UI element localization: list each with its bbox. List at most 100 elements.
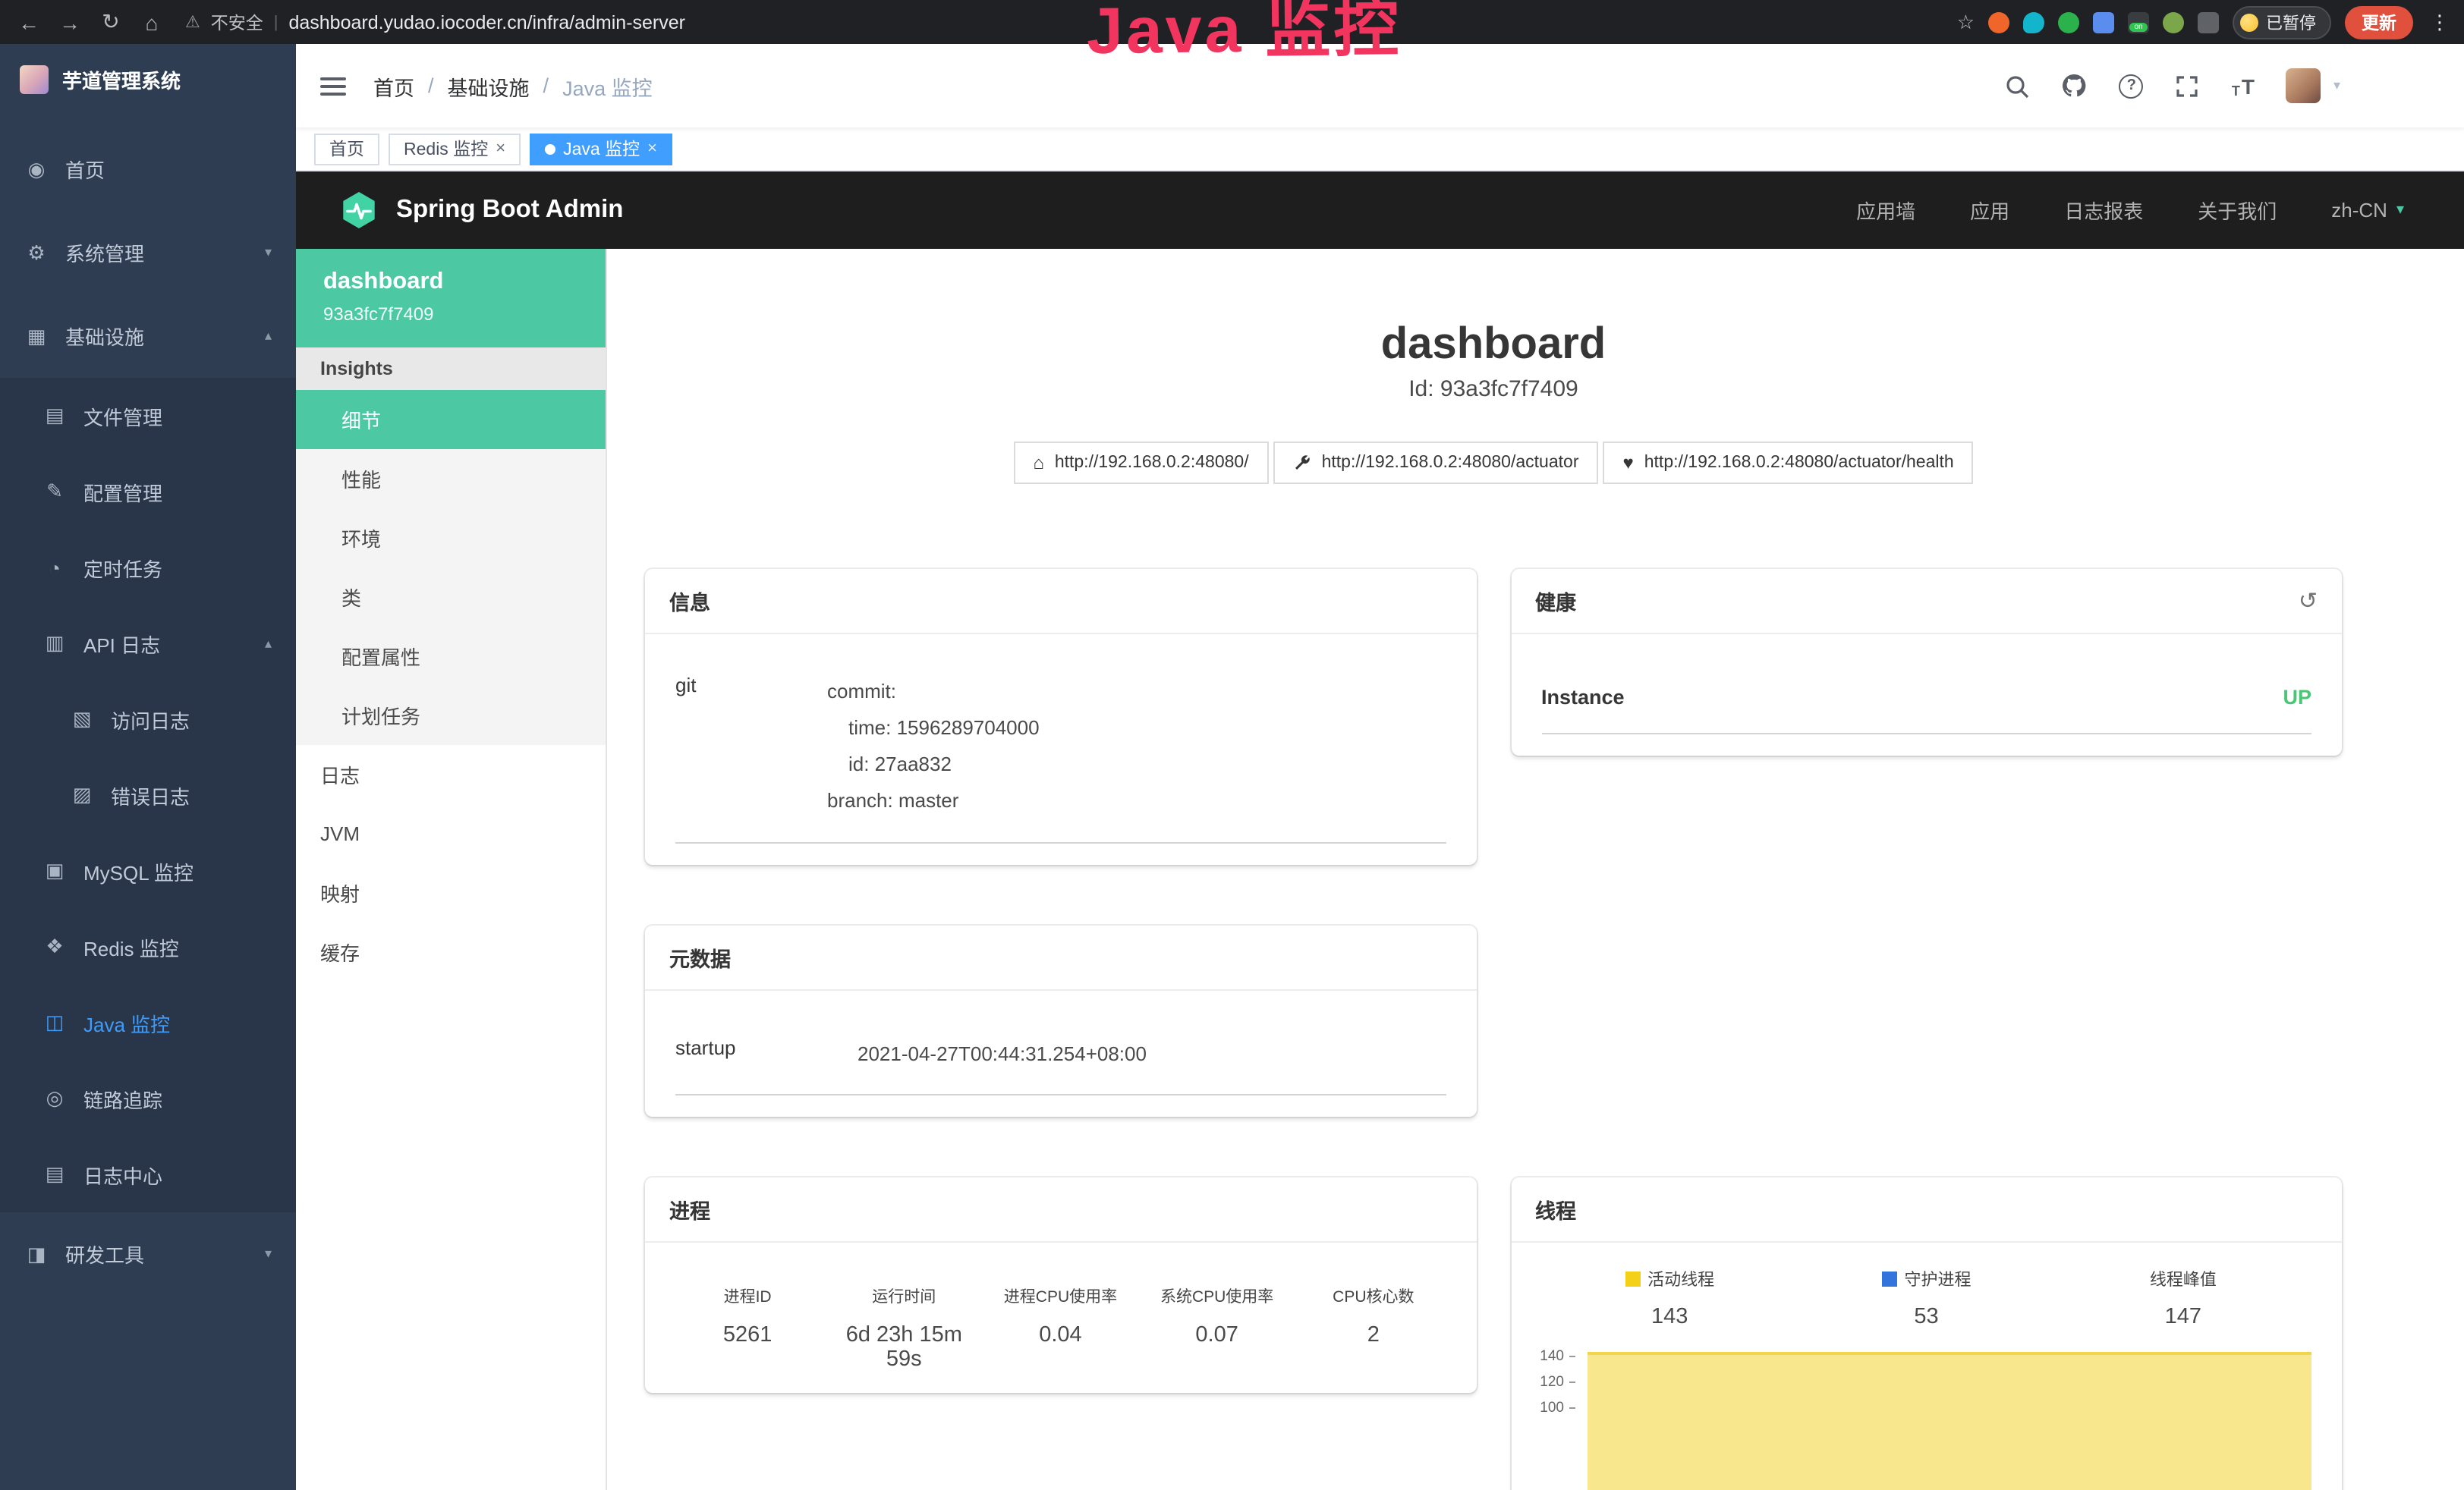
reload-button[interactable]: ↻	[97, 9, 124, 35]
process-table: 进程ID 5261 运行时间 6d 23h 15m 59s	[669, 1284, 1452, 1371]
sidebar-item-file-management[interactable]: ▤ 文件管理	[0, 378, 296, 454]
fullscreen-icon[interactable]	[2176, 74, 2200, 98]
close-icon[interactable]: ×	[496, 140, 505, 158]
chevron-down-icon: ▾	[265, 1246, 272, 1262]
sba-item-details[interactable]: 细节	[296, 390, 606, 449]
extension-switch-icon[interactable]: on	[2128, 11, 2149, 33]
nav-wallboard[interactable]: 应用墙	[1856, 196, 1915, 225]
paused-badge[interactable]: 已暂停	[2233, 5, 2331, 39]
health-heart-icon: ♥	[1623, 453, 1634, 474]
sidebar-item-label: 首页	[65, 155, 105, 184]
sba-body: dashboard 93a3fc7f7409 Insights 细节 性能 环境…	[296, 249, 2464, 1490]
sidebar-item-error-logs[interactable]: ▨ 错误日志	[0, 757, 296, 833]
history-icon[interactable]: ↺	[2299, 588, 2318, 615]
sba-item-metrics[interactable]: 性能	[296, 449, 606, 508]
sidebar-item-log-center[interactable]: ▤ 日志中心	[0, 1136, 296, 1212]
metadata-value: 2021-04-27T00:44:31.254+08:00	[858, 1036, 1147, 1072]
sidebar-toggle-icon[interactable]	[320, 77, 346, 95]
extension-drop-icon[interactable]	[2023, 11, 2044, 33]
sidebar-item-home[interactable]: ◉ 首页	[0, 127, 296, 211]
tab-home[interactable]: 首页	[314, 133, 379, 165]
user-avatar[interactable]	[2286, 68, 2321, 103]
sidebar-group-insights[interactable]: Insights	[296, 347, 606, 390]
infrastructure-submenu: ▤ 文件管理 ✎ 配置管理 ◔ 定时任务 ▥ API 日志 ▴	[0, 378, 296, 1212]
process-value: 0.04	[982, 1322, 1138, 1347]
sidebar-item-scheduled-tasks[interactable]: ◔ 定时任务	[0, 530, 296, 605]
error-log-icon: ▨	[70, 783, 94, 807]
update-button[interactable]: 更新	[2345, 5, 2413, 39]
bookmark-star-icon[interactable]: ☆	[1957, 10, 1975, 34]
legend-label: 线程峰值	[2150, 1266, 2217, 1290]
health-url-link[interactable]: ♥ http://192.168.0.2:48080/actuator/heal…	[1603, 442, 1974, 485]
process-col-header: CPU核心数	[1295, 1284, 1452, 1307]
metadata-card: 元数据 startup 2021-04-27T00:44:31.254+08:0…	[645, 925, 1476, 1116]
nav-about[interactable]: 关于我们	[2198, 196, 2277, 225]
nav-journal[interactable]: 日志报表	[2064, 196, 2143, 225]
extension-puzzle-icon[interactable]	[2198, 11, 2219, 33]
breadcrumb-section[interactable]: 基础设施	[448, 71, 530, 101]
sba-header: Spring Boot Admin 应用墙 应用 日志报表 关于我们 zh-CN…	[296, 171, 2464, 249]
sidebar-item-dev-tools[interactable]: ◨ 研发工具 ▾	[0, 1212, 296, 1296]
threads-card-title: 线程	[1511, 1177, 2342, 1242]
extension-green-icon[interactable]	[2058, 11, 2079, 33]
threads-card: 线程 活动线程 143	[1511, 1177, 2342, 1490]
live-threads-value: 143	[1541, 1304, 1798, 1328]
extension-fox-icon[interactable]	[1988, 11, 2009, 33]
github-icon[interactable]	[2062, 73, 2088, 99]
app-logo[interactable]: 芋道管理系统	[0, 55, 296, 103]
sidebar-item-label: 定时任务	[83, 553, 162, 582]
forward-button[interactable]: →	[56, 10, 83, 34]
breadcrumb-home[interactable]: 首页	[373, 71, 414, 101]
instance-header[interactable]: dashboard 93a3fc7f7409	[296, 249, 606, 347]
back-button[interactable]: ←	[15, 10, 42, 34]
wrench-icon	[1293, 454, 1311, 473]
avatar-caret-icon[interactable]: ▾	[2333, 77, 2340, 94]
sba-item-loggers[interactable]: 日志	[296, 745, 606, 804]
security-warning-icon[interactable]: ⚠	[185, 12, 200, 32]
extension-leaf-icon[interactable]	[2163, 11, 2184, 33]
tab-redis-monitor[interactable]: Redis 监控 ×	[389, 133, 521, 165]
url-text[interactable]: dashboard.yudao.iocoder.cn/infra/admin-s…	[288, 11, 685, 33]
address-bar[interactable]: ⚠ 不安全 | dashboard.yudao.iocoder.cn/infra…	[185, 10, 1943, 34]
home-button[interactable]: ⌂	[138, 10, 165, 34]
sidebar-item-system-management[interactable]: ⚙ 系统管理 ▾	[0, 211, 296, 294]
search-icon[interactable]	[2006, 74, 2030, 98]
sidebar-item-tracing[interactable]: ◎ 链路追踪	[0, 1061, 296, 1136]
info-row-git: git commit: time: 1596289704000 id: 27aa…	[675, 635, 1446, 843]
sba-item-mappings[interactable]: 映射	[296, 863, 606, 923]
paused-label: 已暂停	[2266, 10, 2316, 34]
sba-item-caches[interactable]: 缓存	[296, 923, 606, 982]
sidebar-item-api-logs[interactable]: ▥ API 日志 ▴	[0, 605, 296, 681]
sba-item-beans[interactable]: 类	[296, 567, 606, 627]
sidebar-item-java-monitor[interactable]: ◫ Java 监控	[0, 985, 296, 1061]
sba-item-jvm[interactable]: JVM	[296, 804, 606, 863]
sidebar-item-redis-monitor[interactable]: ❖ Redis 监控	[0, 909, 296, 985]
sba-item-config-props[interactable]: 配置属性	[296, 627, 606, 686]
tab-java-monitor[interactable]: Java 监控 ×	[530, 133, 672, 165]
close-icon[interactable]: ×	[647, 140, 657, 158]
sidebar-item-label: Java 监控	[83, 1008, 170, 1037]
nav-applications[interactable]: 应用	[1970, 196, 2009, 225]
sba-item-environment[interactable]: 环境	[296, 508, 606, 567]
sidebar-item-mysql-monitor[interactable]: ▣ MySQL 监控	[0, 833, 296, 909]
font-size-icon[interactable]: TT	[2232, 74, 2255, 98]
extension-grid-icon[interactable]	[2093, 11, 2114, 33]
process-card-title: 进程	[645, 1177, 1476, 1242]
service-url-link[interactable]: ⌂ http://192.168.0.2:48080/	[1013, 442, 1268, 485]
help-icon[interactable]: ?	[2119, 74, 2144, 98]
locale-selector[interactable]: zh-CN ▾	[2331, 199, 2404, 222]
chevron-down-icon: ▾	[265, 244, 272, 261]
sidebar-item-label: 日志中心	[83, 1160, 162, 1189]
sidebar-item-access-logs[interactable]: ▧ 访问日志	[0, 681, 296, 757]
tab-label: Redis 监控	[404, 137, 488, 161]
actuator-url-link[interactable]: http://192.168.0.2:48080/actuator	[1273, 442, 1599, 485]
sidebar-item-config-management[interactable]: ✎ 配置管理	[0, 454, 296, 530]
process-col-header: 运行时间	[826, 1284, 982, 1307]
sidebar-item-infrastructure[interactable]: ▦ 基础设施 ▴	[0, 294, 296, 378]
edit-icon: ✎	[42, 479, 67, 504]
sba-brand[interactable]: Spring Boot Admin	[338, 190, 623, 231]
browser-menu-kebab-icon[interactable]: ⋮	[2430, 10, 2450, 34]
sba-item-scheduled-tasks[interactable]: 计划任务	[296, 686, 606, 745]
process-value: 5261	[669, 1322, 826, 1347]
admin-sidebar: 芋道管理系统 ◉ 首页 ⚙ 系统管理 ▾ ▦ 基础设施 ▴	[0, 44, 296, 1490]
